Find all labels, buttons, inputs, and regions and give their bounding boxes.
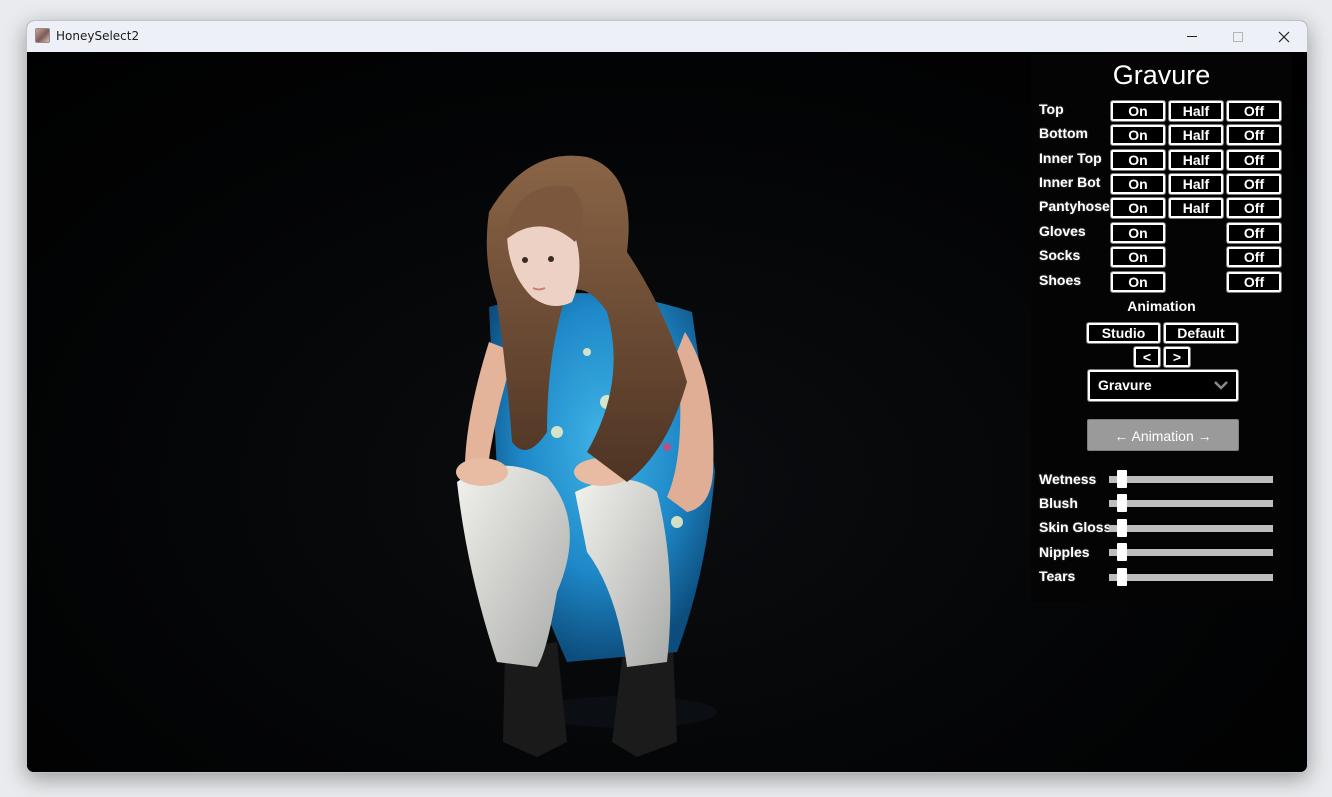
tears-slider[interactable]	[1109, 568, 1273, 586]
label-skin-gloss: Skin Gloss	[1039, 519, 1112, 535]
close-button[interactable]	[1261, 21, 1307, 52]
animation-toggle-button[interactable]: ← Animation →	[1087, 419, 1239, 451]
label-inner-top: Inner Top	[1039, 150, 1102, 166]
nipples-slider[interactable]	[1109, 543, 1273, 561]
gloves-on-button[interactable]: On	[1111, 223, 1165, 243]
shoes-on-button[interactable]: On	[1111, 272, 1165, 292]
inner-bot-half-button[interactable]: Half	[1169, 174, 1223, 194]
chevron-down-icon	[1214, 381, 1228, 390]
panel-title: Gravure	[1112, 60, 1211, 90]
label-blush: Blush	[1039, 495, 1078, 511]
label-inner-bot: Inner Bot	[1039, 174, 1101, 190]
animation-select[interactable]: Gravure	[1088, 370, 1238, 401]
inner-top-half-button[interactable]: Half	[1169, 150, 1223, 170]
minimize-button[interactable]	[1169, 21, 1215, 52]
bottom-off-button[interactable]: Off	[1227, 125, 1281, 145]
next-animation-button[interactable]: >	[1164, 347, 1190, 367]
animation-select-value: Gravure	[1098, 377, 1152, 393]
socks-on-button[interactable]: On	[1111, 247, 1165, 267]
app-icon	[35, 28, 50, 43]
game-viewport[interactable]: Gravure Top On Half Off Bottom On Half O…	[27, 52, 1307, 772]
wetness-slider[interactable]	[1109, 470, 1273, 488]
skin-gloss-slider-thumb[interactable]	[1117, 519, 1127, 537]
wetness-slider-thumb[interactable]	[1117, 470, 1127, 488]
shoes-off-button[interactable]: Off	[1227, 272, 1281, 292]
title-bar[interactable]: HoneySelect2	[27, 21, 1307, 52]
top-half-button[interactable]: Half	[1169, 101, 1223, 121]
minimize-icon	[1187, 36, 1197, 37]
prev-animation-button[interactable]: <	[1134, 347, 1160, 367]
nipples-slider-thumb[interactable]	[1117, 543, 1127, 561]
inner-top-on-button[interactable]: On	[1111, 150, 1165, 170]
maximize-icon	[1233, 32, 1243, 42]
window-title: HoneySelect2	[56, 29, 140, 43]
label-shoes: Shoes	[1039, 272, 1082, 288]
close-icon	[1278, 31, 1290, 43]
maximize-button[interactable]	[1215, 21, 1261, 52]
gravure-control-panel: Gravure Top On Half Off Bottom On Half O…	[1031, 54, 1292, 602]
default-button[interactable]: Default	[1164, 323, 1238, 343]
blush-slider[interactable]	[1109, 494, 1273, 512]
label-bottom: Bottom	[1039, 125, 1088, 141]
tears-slider-thumb[interactable]	[1117, 568, 1127, 586]
socks-off-button[interactable]: Off	[1227, 247, 1281, 267]
blush-slider-thumb[interactable]	[1117, 494, 1127, 512]
label-nipples: Nipples	[1039, 544, 1090, 560]
label-socks: Socks	[1039, 247, 1081, 263]
inner-bot-on-button[interactable]: On	[1111, 174, 1165, 194]
label-wetness: Wetness	[1039, 471, 1097, 487]
pantyhose-off-button[interactable]: Off	[1227, 198, 1281, 218]
label-tears: Tears	[1039, 568, 1076, 584]
label-gloves: Gloves	[1039, 223, 1086, 239]
studio-button[interactable]: Studio	[1087, 323, 1160, 343]
inner-top-off-button[interactable]: Off	[1227, 150, 1281, 170]
pantyhose-on-button[interactable]: On	[1111, 198, 1165, 218]
top-on-button[interactable]: On	[1111, 101, 1165, 121]
bottom-half-button[interactable]: Half	[1169, 125, 1223, 145]
character-model	[456, 155, 717, 757]
label-pantyhose: Pantyhose	[1039, 198, 1110, 214]
game-window: HoneySelect2 Gravure Top On Half Off Bot…	[26, 20, 1308, 773]
animation-label: Animation	[1127, 298, 1196, 314]
top-off-button[interactable]: Off	[1227, 101, 1281, 121]
skin-gloss-slider[interactable]	[1109, 519, 1273, 537]
inner-bot-off-button[interactable]: Off	[1227, 174, 1281, 194]
gloves-off-button[interactable]: Off	[1227, 223, 1281, 243]
bottom-on-button[interactable]: On	[1111, 125, 1165, 145]
pantyhose-half-button[interactable]: Half	[1169, 198, 1223, 218]
label-top: Top	[1039, 101, 1064, 117]
